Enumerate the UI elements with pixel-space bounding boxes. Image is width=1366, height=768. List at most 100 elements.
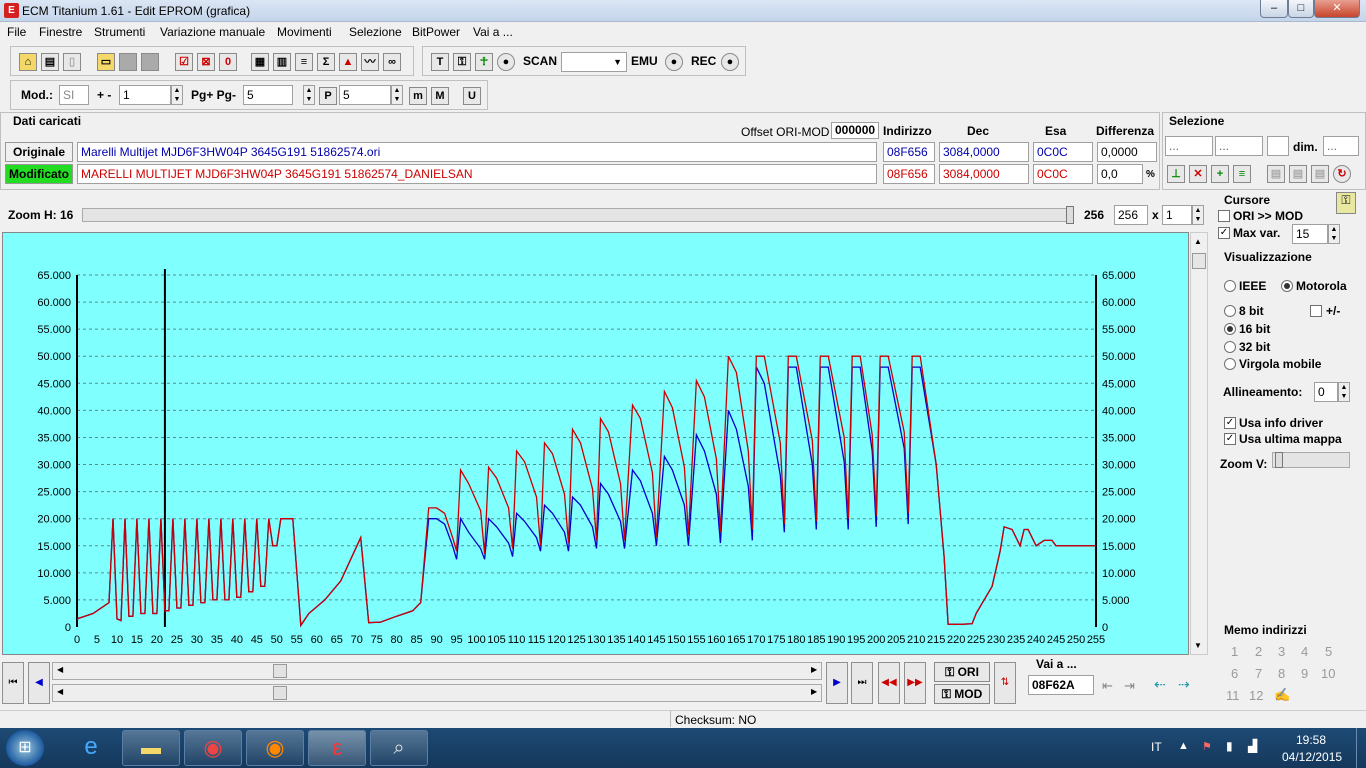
modificato-button[interactable]: Modificato <box>5 164 73 184</box>
clipboard-icon[interactable]: ▦ <box>251 53 269 71</box>
selezione-field-2[interactable]: ... <box>1215 136 1263 156</box>
chrome-icon[interactable]: ◉ <box>184 730 242 766</box>
memo-item-8[interactable]: 8 <box>1278 666 1285 681</box>
first-icon[interactable]: ⏮ <box>2 662 24 704</box>
selezione-dim-field[interactable]: ... <box>1323 136 1359 156</box>
ori-mod-checkbox[interactable] <box>1218 210 1230 222</box>
network-icon[interactable]: ▟ <box>1248 739 1257 753</box>
pg-field[interactable]: 5 <box>243 85 293 105</box>
zoom-spinner[interactable]: ▲ ▼ <box>1192 205 1204 225</box>
clock-time[interactable]: 19:58 <box>1296 733 1326 747</box>
mod-button[interactable]: ⚿ MOD <box>934 684 990 704</box>
align-right-icon[interactable]: ⇥ <box>1124 678 1135 694</box>
graph-icon[interactable]: 〰 <box>361 53 379 71</box>
8bit-radio[interactable] <box>1224 305 1236 317</box>
ieee-radio[interactable] <box>1224 280 1236 292</box>
motorola-radio[interactable] <box>1281 280 1293 292</box>
scan-select[interactable]: ▼ <box>561 52 627 72</box>
firefox-icon[interactable]: ◉ <box>246 730 304 766</box>
mod-scrollbar[interactable]: ◀ ▶ <box>52 684 822 702</box>
chip-icon[interactable]: ▥ <box>273 53 291 71</box>
zoom-v-slider[interactable] <box>1272 452 1350 468</box>
magnifier-icon[interactable]: ⌕ <box>370 730 428 766</box>
ori-scroll-right-icon[interactable]: ▶ <box>811 665 817 674</box>
tray-arrow-icon[interactable]: ▲ <box>1178 740 1189 752</box>
copy-icon[interactable]: ▯ <box>63 53 81 71</box>
p-spinner[interactable]: ▲ ▼ <box>391 85 403 105</box>
go-right-icon[interactable]: ⇢ <box>1178 676 1190 693</box>
memo-item-2[interactable]: 2 <box>1255 644 1262 659</box>
usa-ultima-checkbox[interactable]: ✓ <box>1224 433 1236 445</box>
text-tool-icon[interactable]: T <box>431 53 449 71</box>
menu-variazione-manuale[interactable]: Variazione manuale <box>160 25 265 39</box>
go-left-icon[interactable]: ⇠ <box>1154 676 1166 693</box>
usa-info-checkbox[interactable]: ✓ <box>1224 417 1236 429</box>
map-graph[interactable]: 0 05.000 5.00010.000 10.00015.000 15.00020.0… <box>3 233 1190 656</box>
ecm-titanium-icon[interactable]: ε <box>308 730 366 766</box>
chart-vertical-scrollbar[interactable]: ▲ ▼ <box>1190 232 1208 655</box>
save-icon[interactable] <box>119 53 137 71</box>
mod-scroll-left-icon[interactable]: ◀ <box>57 687 63 696</box>
emu-dot-icon[interactable]: ● <box>665 53 683 71</box>
undo-selection-icon[interactable]: ↻ <box>1333 165 1351 183</box>
mod-scroll-right-icon[interactable]: ▶ <box>811 687 817 696</box>
folder-open-icon[interactable]: ▭ <box>97 53 115 71</box>
show-desktop-button[interactable] <box>1356 728 1366 768</box>
prev-diff-icon[interactable]: ◀◀ <box>878 662 900 704</box>
ori-scroll-thumb[interactable] <box>273 664 287 678</box>
lang-indicator[interactable]: IT <box>1151 740 1162 754</box>
memo-item-7[interactable]: 7 <box>1255 666 1262 681</box>
plusminus-spinner[interactable]: ▲ ▼ <box>171 85 183 105</box>
memo-item-5[interactable]: 5 <box>1325 644 1332 659</box>
next-diff-icon[interactable]: ▶▶ <box>904 662 926 704</box>
memo-item-12[interactable]: 12 <box>1249 688 1263 703</box>
allineamento-spinner[interactable]: ▲ ▼ <box>1338 382 1350 402</box>
lock-icon[interactable]: ⚿ <box>453 53 471 71</box>
move-selection-icon[interactable]: ▤ <box>1311 165 1329 183</box>
chart-area[interactable]: 0 0 5.000 5.000 10.000 10.000 15.000 15.000 20.0… <box>2 232 1189 655</box>
rec-dot-icon[interactable]: ● <box>721 53 739 71</box>
zoom-h-slider[interactable] <box>82 206 1074 224</box>
menu-vai-a[interactable]: Vai a ... <box>473 25 513 39</box>
p-icon[interactable]: P <box>319 87 337 105</box>
pg-spinner[interactable]: ▲ ▼ <box>303 85 315 105</box>
runner-icon[interactable]: ☥ <box>475 53 493 71</box>
plusminus-field[interactable]: 1 <box>119 85 171 105</box>
list-icon[interactable]: ≡ <box>295 53 313 71</box>
last-icon[interactable]: ⏭ <box>851 662 873 704</box>
menu-file[interactable]: File <box>7 25 26 39</box>
u-icon[interactable]: U <box>463 87 481 105</box>
modificato-diff[interactable]: 0,0 <box>1097 164 1143 184</box>
memo-save-icon[interactable]: ✍ <box>1274 687 1290 703</box>
tray-flag-icon[interactable]: ⚑ <box>1202 740 1212 753</box>
padlock-icon[interactable]: ⚿ <box>1336 192 1356 214</box>
offset-field[interactable]: 000000 <box>831 122 879 139</box>
select-all-icon[interactable]: ≡ <box>1233 165 1251 183</box>
32bit-radio[interactable] <box>1224 341 1236 353</box>
menu-strumenti[interactable]: Strumenti <box>94 25 145 39</box>
start-button[interactable]: ⊞ <box>6 730 44 766</box>
zoom-v-thumb[interactable] <box>1275 452 1283 468</box>
ori-scroll-left-icon[interactable]: ◀ <box>57 665 63 674</box>
menu-bitpower[interactable]: BitPower <box>412 25 460 39</box>
save-as-icon[interactable] <box>141 53 159 71</box>
shapes-icon[interactable]: ▲ <box>339 53 357 71</box>
ori-scrollbar[interactable]: ◀ ▶ <box>52 662 822 680</box>
p-field[interactable]: 5 <box>339 85 391 105</box>
swap-icon[interactable]: ⇅ <box>994 662 1016 704</box>
minimize-button[interactable]: – <box>1260 0 1288 18</box>
select-start-icon[interactable]: ⊥ <box>1167 165 1185 183</box>
memo-item-1[interactable]: 1 <box>1231 644 1238 659</box>
clock-date[interactable]: 04/12/2015 <box>1282 750 1342 764</box>
sigma-icon[interactable]: Σ <box>317 53 335 71</box>
vai-a-field[interactable]: 08F62A <box>1028 675 1094 695</box>
memo-item-4[interactable]: 4 <box>1301 644 1308 659</box>
originale-button[interactable]: Originale <box>5 142 73 162</box>
m-upper-icon[interactable]: M <box>431 87 449 105</box>
checklist-icon[interactable]: ☑ <box>175 53 193 71</box>
memo-item-6[interactable]: 6 <box>1231 666 1238 681</box>
selezione-field-3[interactable] <box>1267 136 1289 156</box>
max-var-field[interactable]: 15 <box>1292 224 1328 244</box>
max-var-spinner[interactable]: ▲ ▼ <box>1328 224 1340 244</box>
maximize-button[interactable]: □ <box>1288 0 1314 18</box>
